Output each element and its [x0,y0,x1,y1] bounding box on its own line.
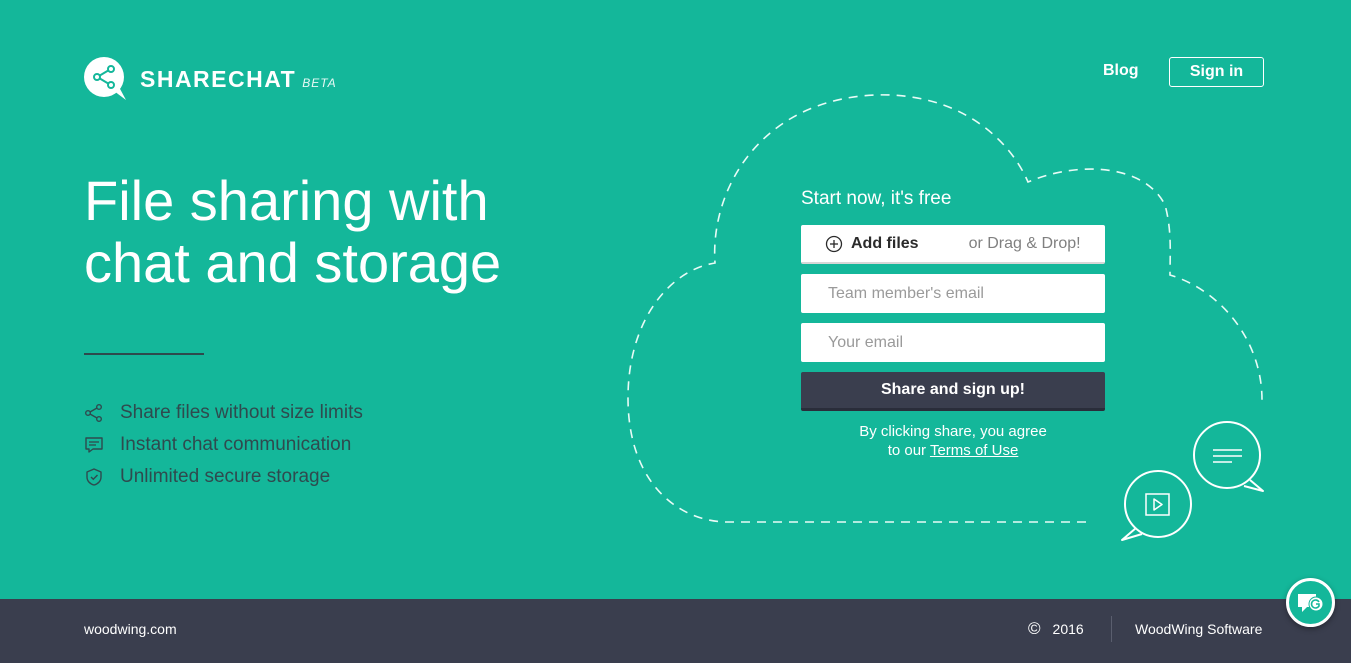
footer-separator [1111,616,1112,642]
feature-list: Share files without size limits Instant … [84,397,363,493]
message-bubble-icon [1193,421,1264,492]
add-files-label: Add files [851,234,919,252]
share-signup-button[interactable]: Share and sign up! [801,372,1105,411]
copyright: © 2016 [1028,619,1084,639]
list-item: Share files without size limits [84,397,363,429]
feature-label: Share files without size limits [120,402,363,423]
terms-link[interactable]: Terms of Use [930,442,1018,459]
drag-drop-hint: or Drag & Drop! [968,234,1081,252]
copyright-icon: © [1028,619,1041,638]
logo[interactable]: SHARECHAT BETA [84,57,337,101]
terms-notice: By clicking share, you agree to our Term… [801,422,1105,460]
list-item: Unlimited secure storage [84,461,363,493]
form-title: Start now, it's free [801,188,952,209]
plus-circle-icon [825,235,843,253]
blog-link[interactable]: Blog [1103,62,1139,80]
email-field[interactable] [801,323,1105,362]
team-email-field[interactable] [801,274,1105,313]
footer-site-link[interactable]: woodwing.com [84,621,177,637]
chat-icon [84,435,104,455]
copyright-year: 2016 [1052,621,1084,637]
hero-section: SHARECHAT BETA Blog Sign in File sharing… [0,0,1351,599]
chat-widget-button[interactable] [1286,578,1335,627]
divider [84,353,204,355]
terms-line: to our Terms of Use [801,441,1105,460]
company-name: WoodWing Software [1135,621,1263,637]
brand-name: SHARECHAT [140,65,297,92]
feature-label: Instant chat communication [120,434,352,455]
chat-widget-icon [1297,593,1323,612]
list-item: Instant chat communication [84,429,363,461]
feature-label: Unlimited secure storage [120,466,331,487]
share-icon [84,403,104,423]
footer: woodwing.com © 2016 WoodWing Software [0,599,1351,663]
share-bubble-icon [84,57,126,101]
shield-icon [84,467,104,487]
page-title: File sharing with chat and storage [84,169,502,294]
terms-text-2: to our [887,442,927,459]
brand-tag: BETA [302,76,337,90]
add-files-button[interactable]: Add files or Drag & Drop! [801,225,1105,264]
terms-text: By clicking share, you agree [859,423,1047,440]
video-bubble-icon [1121,470,1192,541]
